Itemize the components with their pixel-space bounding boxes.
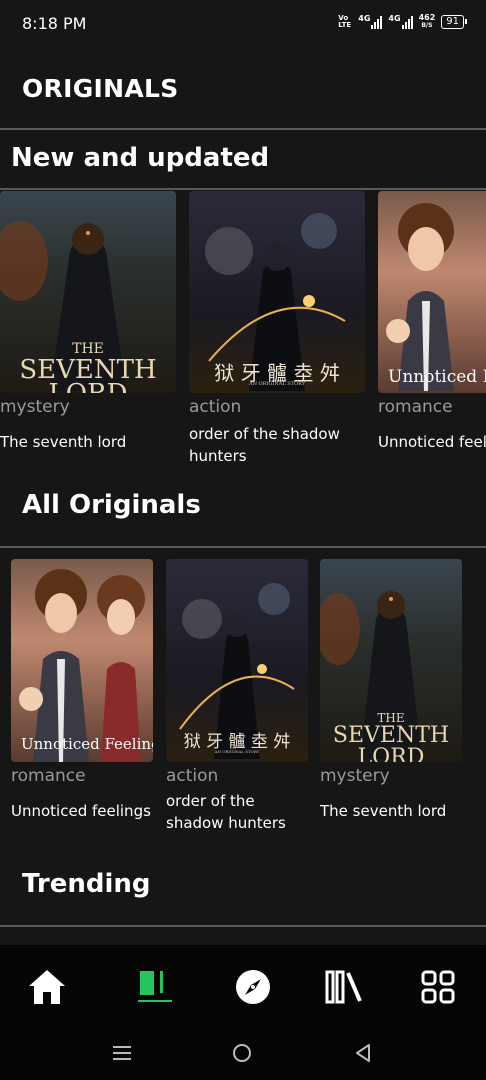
status-icons: Vo LTE 4G 4G 462 B/S 91: [338, 14, 467, 30]
page-title: ORIGINALS: [22, 74, 179, 103]
book-cover[interactable]: 狱 牙 髗 坴 舛 AN ORIGINAL STORY: [166, 559, 308, 762]
book-card[interactable]: 狱 牙 髗 坴 舛 AN ORIGINAL STORY action order…: [189, 191, 365, 467]
net1-label: 4G: [358, 14, 371, 23]
home-circle-icon[interactable]: [231, 1042, 253, 1068]
book-cover[interactable]: THE SEVENTH LORD: [320, 559, 462, 762]
book-title[interactable]: order of the shadow hunters: [166, 790, 308, 834]
new-and-updated-row[interactable]: THE SEVENTH LORD mystery The seventh lor…: [0, 191, 486, 471]
book-title[interactable]: The seventh lord: [320, 800, 462, 822]
menu-icon[interactable]: [111, 1043, 133, 1067]
compass-icon[interactable]: [231, 967, 275, 1007]
cover-subtitle: AN ORIGINAL STORY: [214, 749, 260, 754]
section-divider: [0, 925, 486, 927]
net2-label: 4G: [388, 14, 401, 23]
status-bar: 8:18 PM Vo LTE 4G 4G 462 B/S 91: [0, 0, 486, 48]
book-cover[interactable]: Unnoticed Feelings: [378, 191, 486, 393]
book-title[interactable]: Unnoticed feel: [378, 431, 486, 453]
cover-art: [386, 203, 454, 391]
cover-title: Unnoticed Feelings: [21, 735, 153, 753]
book-card[interactable]: 狱 牙 髗 坴 舛 AN ORIGINAL STORY action order…: [166, 559, 308, 834]
section-divider: [0, 188, 486, 190]
system-nav-bar: [0, 1027, 486, 1080]
book-cover[interactable]: THE SEVENTH LORD: [0, 191, 176, 393]
book-genre: mystery: [0, 397, 70, 417]
originals-icon[interactable]: [132, 967, 176, 1007]
section-title-all-originals: All Originals: [22, 490, 201, 520]
speed-unit: B/S: [421, 22, 433, 29]
book-card[interactable]: Unnoticed Feelings romance Unnoticed fee…: [11, 559, 153, 822]
book-cover[interactable]: Unnoticed Feelings: [11, 559, 153, 762]
all-originals-row[interactable]: Unnoticed Feelings romance Unnoticed fee…: [0, 559, 486, 839]
book-card[interactable]: THE SEVENTH LORD mystery The seventh lor…: [320, 559, 462, 822]
status-time: 8:18 PM: [22, 14, 87, 33]
volte-label: Vo LTE: [338, 14, 352, 29]
cover-art: [19, 569, 145, 762]
book-card[interactable]: THE SEVENTH LORD mystery The seventh lor…: [0, 191, 176, 453]
section-divider: [0, 546, 486, 548]
book-genre: mystery: [320, 766, 390, 786]
network-speed: 462 B/S: [419, 14, 436, 30]
back-icon[interactable]: [352, 1042, 374, 1068]
book-title[interactable]: The seventh lord: [0, 431, 176, 453]
book-genre: action: [166, 766, 219, 786]
header-divider: [0, 128, 486, 130]
book-genre: romance: [378, 397, 453, 417]
home-icon[interactable]: [25, 967, 69, 1007]
book-genre: action: [189, 397, 242, 417]
grid-icon[interactable]: [416, 967, 460, 1007]
signal-2-icon: 4G: [388, 14, 413, 29]
section-title-trending: Trending: [22, 869, 151, 899]
library-icon[interactable]: [322, 967, 366, 1007]
book-title[interactable]: order of the shadow hunters: [189, 423, 365, 467]
cover-subtitle: AN ORIGINAL STORY: [248, 381, 306, 387]
signal-1-icon: 4G: [358, 14, 383, 29]
speed-value: 462: [418, 13, 436, 22]
cover-title: LORD: [0, 379, 176, 393]
cover-title: LORD: [357, 745, 425, 762]
book-title[interactable]: Unnoticed feelings: [11, 800, 153, 822]
cover-title: Unnoticed Feelings: [388, 367, 486, 387]
bottom-nav: [0, 945, 486, 1027]
book-genre: romance: [11, 766, 86, 786]
book-cover[interactable]: 狱 牙 髗 坴 舛 AN ORIGINAL STORY: [189, 191, 365, 393]
battery-icon: 91: [441, 15, 467, 29]
book-card[interactable]: Unnoticed Feelings romance Unnoticed fee…: [378, 191, 486, 453]
section-title-new-and-updated: New and updated: [11, 143, 270, 173]
